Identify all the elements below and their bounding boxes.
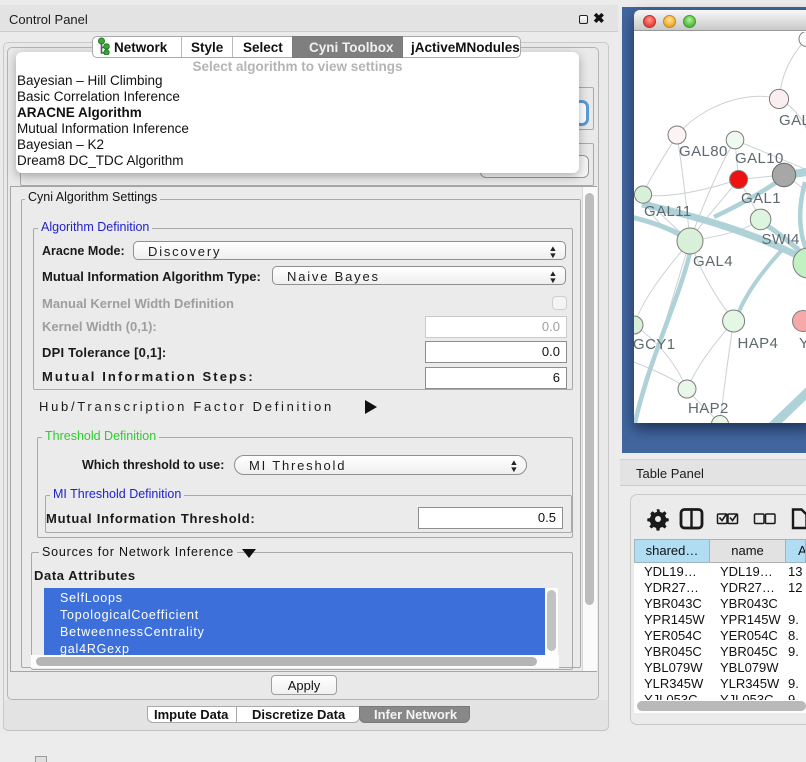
svg-text:Y: Y: [799, 335, 806, 352]
svg-text:GAL4: GAL4: [693, 253, 733, 270]
svg-text:GAL7: GAL7: [779, 112, 806, 129]
svg-text:SWI4: SWI4: [762, 231, 800, 248]
svg-text:HAP4: HAP4: [738, 335, 779, 352]
svg-text:GAL80: GAL80: [679, 143, 728, 160]
svg-text:GAL10: GAL10: [735, 150, 784, 167]
svg-text:HAP2: HAP2: [688, 400, 729, 417]
svg-text:GAL1: GAL1: [741, 190, 781, 207]
svg-text:GAL11: GAL11: [644, 203, 692, 220]
svg-text:GCY1: GCY1: [634, 336, 675, 353]
